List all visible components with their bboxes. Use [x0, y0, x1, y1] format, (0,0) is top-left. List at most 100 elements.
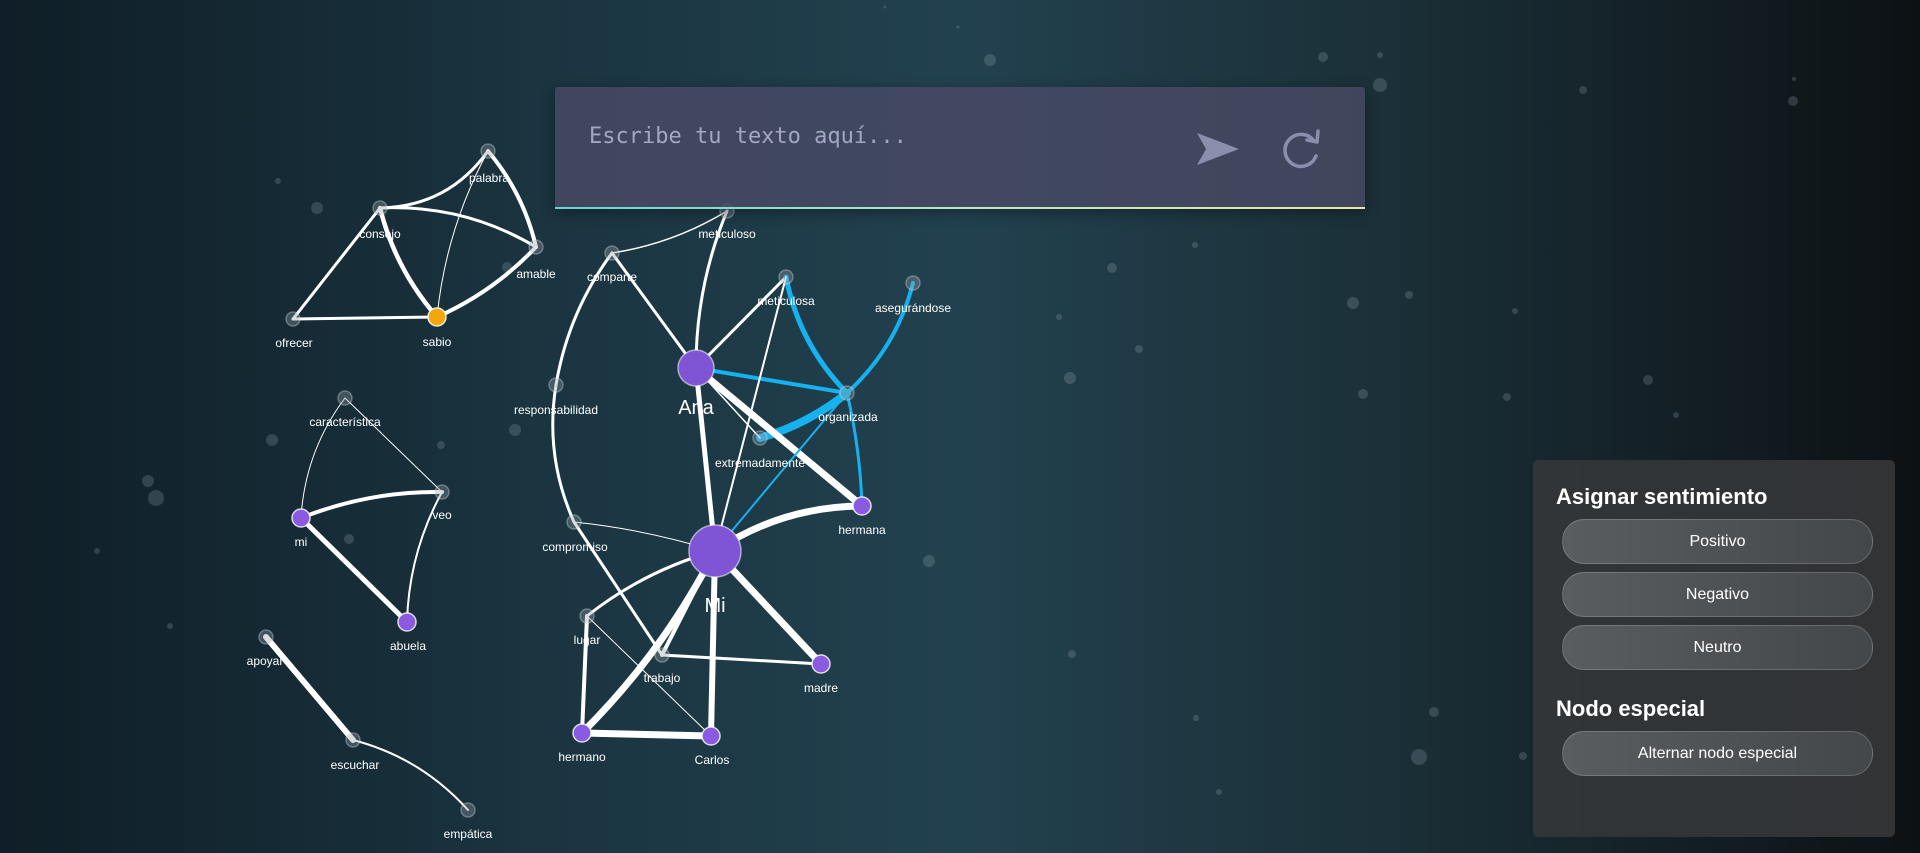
background-particle — [344, 534, 354, 544]
graph-edge — [352, 739, 469, 811]
graph-edge — [845, 281, 915, 395]
background-particle — [1788, 96, 1798, 106]
background-particle — [1411, 749, 1427, 765]
graph-node-circle[interactable] — [701, 726, 721, 746]
graph-node-label: comparte — [587, 270, 637, 284]
graph-node[interactable]: asegurándose — [875, 275, 951, 315]
send-button[interactable] — [1190, 127, 1246, 171]
graph-node-circle[interactable] — [688, 524, 742, 578]
graph-node-circle[interactable] — [427, 307, 447, 327]
graph-node-circle[interactable] — [778, 269, 794, 285]
graph-node-circle[interactable] — [839, 385, 855, 401]
graph-node-circle[interactable] — [434, 484, 450, 500]
graph-node-circle[interactable] — [291, 508, 311, 528]
graph-node-label: extremadamente — [715, 456, 805, 470]
graph-node[interactable]: mi — [291, 508, 311, 549]
graph-edge — [291, 206, 382, 321]
positive-button[interactable]: Positivo — [1562, 519, 1873, 564]
graph-node-circle[interactable] — [548, 377, 564, 393]
background-particle — [956, 25, 960, 29]
graph-node-circle[interactable] — [397, 612, 417, 632]
background-particle — [984, 54, 996, 66]
graph-edge — [693, 365, 718, 554]
graph-node[interactable]: hermana — [838, 496, 886, 537]
graph-node-label: amable — [516, 267, 556, 281]
background-particle — [1056, 314, 1062, 320]
graph-node-label: organizada — [818, 410, 878, 424]
sentiment-panel: Asignar sentimiento Positivo Negativo Ne… — [1533, 460, 1895, 837]
graph-node-label: asegurándose — [875, 301, 951, 315]
input-underline — [555, 207, 1365, 209]
graph-node-circle[interactable] — [528, 239, 544, 255]
graph-node[interactable]: Ana — [677, 349, 715, 419]
refresh-icon — [1283, 129, 1320, 169]
graph-node-circle[interactable] — [852, 496, 872, 516]
graph-node-circle[interactable] — [258, 629, 274, 645]
background-particle — [1503, 393, 1511, 401]
graph-node[interactable]: palabra — [469, 143, 509, 185]
graph-node-circle[interactable] — [460, 802, 476, 818]
graph-node-label: escuchar — [331, 758, 380, 772]
graph-node-circle[interactable] — [811, 654, 831, 674]
refresh-button[interactable] — [1273, 127, 1329, 171]
background-particle — [1405, 291, 1413, 299]
graph-node-circle[interactable] — [480, 143, 496, 159]
background-particle — [1192, 242, 1198, 248]
graph-node-label: veo — [432, 508, 452, 522]
graph-node-label: meticulosa — [757, 294, 815, 308]
graph-edge — [298, 515, 410, 625]
graph-node-label: sabio — [423, 335, 452, 349]
graph-node-circle[interactable] — [677, 349, 715, 387]
graph-node-circle[interactable] — [752, 430, 768, 446]
negative-button[interactable]: Negativo — [1562, 572, 1873, 617]
graph-edge — [299, 489, 444, 520]
graph-node[interactable]: comparte — [587, 245, 637, 284]
graph-node-label: hermano — [558, 750, 606, 764]
graph-node-label: ofrecer — [275, 336, 312, 350]
background-particle — [1373, 78, 1387, 92]
graph-node-circle[interactable] — [579, 608, 595, 624]
background-particle — [1064, 372, 1076, 384]
background-particle — [883, 5, 887, 9]
graph-node-label: palabra — [469, 171, 509, 185]
graph-edge — [377, 205, 440, 320]
graph-node[interactable]: compromiso — [542, 514, 608, 554]
background-particle — [1216, 789, 1222, 795]
graph-node-circle[interactable] — [337, 390, 353, 406]
graph-node-label: abuela — [390, 639, 426, 653]
graph-edge — [291, 315, 439, 321]
graph-node-label: Ana — [678, 397, 714, 419]
background-particle — [1377, 52, 1383, 58]
background-particle — [1068, 650, 1076, 658]
graph-node-label: Mi — [704, 595, 725, 617]
background-particle — [1318, 52, 1328, 62]
graph-node-label: madre — [804, 681, 838, 695]
graph-edge — [692, 364, 866, 510]
graph-node[interactable]: escuchar — [331, 732, 380, 772]
special-node-title: Nodo especial — [1556, 696, 1706, 721]
graph-node-label: trabajo — [644, 671, 681, 685]
graph-node-circle[interactable] — [285, 311, 301, 327]
graph-node[interactable]: característica — [309, 390, 381, 429]
graph-node-circle[interactable] — [654, 647, 670, 663]
graph-node-label: consejo — [359, 227, 401, 241]
graph-node-circle[interactable] — [372, 200, 388, 216]
text-input[interactable] — [587, 115, 1191, 157]
background-particle — [1193, 715, 1199, 721]
graph-node[interactable]: empática — [444, 802, 493, 841]
graph-node-circle[interactable] — [345, 732, 361, 748]
toggle-special-node-button[interactable]: Alternar nodo especial — [1562, 731, 1873, 776]
graph-node[interactable]: madre — [804, 654, 838, 695]
graph-node-circle[interactable] — [572, 723, 592, 743]
graph-node[interactable]: abuela — [390, 612, 426, 653]
graph-node-circle[interactable] — [604, 245, 620, 261]
text-input-bar — [555, 87, 1365, 209]
sentiment-title: Asignar sentimiento — [1556, 484, 1768, 509]
graph-node[interactable]: responsabilidad — [514, 377, 598, 417]
graph-node-label: mi — [295, 535, 308, 549]
graph-node-label: empática — [444, 827, 493, 841]
neutral-button[interactable]: Neutro — [1562, 625, 1873, 670]
graph-node-circle[interactable] — [566, 514, 582, 530]
graph-node-circle[interactable] — [905, 275, 921, 291]
graph-edge — [708, 548, 718, 739]
